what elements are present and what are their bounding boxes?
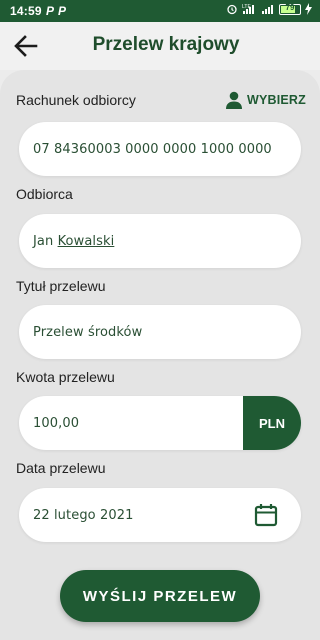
- choose-label: WYBIERZ: [246, 93, 306, 107]
- send-transfer-button[interactable]: WYŚLIJ PRZELEW: [60, 570, 260, 622]
- signal-icon: [262, 5, 273, 14]
- amount-field[interactable]: 100,00 PLN: [19, 396, 301, 450]
- date-value: 22 lutego 2021: [33, 507, 134, 523]
- status-bar: 14:59 P P LTE 79: [0, 0, 320, 22]
- currency-button[interactable]: PLN: [243, 396, 301, 450]
- date-label: Data przelewu: [16, 460, 106, 476]
- amount-label: Kwota przelewu: [16, 369, 115, 385]
- account-number-value: 07 84360003 0000 0000 1000 0000: [33, 141, 272, 157]
- transfer-title-field[interactable]: Przelew środków: [19, 305, 301, 359]
- transfer-title-value: Przelew środków: [33, 324, 143, 340]
- notification-p-icon: P: [58, 4, 67, 18]
- recipient-first-name: Jan: [33, 233, 54, 249]
- recipient-label: Odbiorca: [16, 186, 73, 202]
- alarm-icon: [227, 4, 237, 15]
- notification-p-icon: P: [46, 4, 55, 18]
- date-field[interactable]: 22 lutego 2021: [19, 488, 301, 542]
- calendar-icon[interactable]: [253, 502, 279, 528]
- lte-signal-icon: LTE: [242, 4, 254, 14]
- account-label: Rachunek odbiorcy: [16, 92, 136, 108]
- app-header: Przelew krajowy: [0, 22, 320, 70]
- title-label: Tytuł przelewu: [16, 278, 106, 294]
- choose-recipient-button[interactable]: WYBIERZ: [224, 90, 306, 110]
- account-number-field[interactable]: 07 84360003 0000 0000 1000 0000: [19, 122, 301, 176]
- recipient-field[interactable]: Jan Kowalski: [19, 214, 301, 268]
- battery-icon: 79: [279, 3, 301, 15]
- charging-icon: [305, 3, 312, 15]
- person-icon: [225, 91, 242, 109]
- amount-value: 100,00: [33, 415, 80, 431]
- status-time: 14:59: [10, 4, 42, 18]
- status-icons: LTE 79: [226, 3, 312, 15]
- recipient-last-name: Kowalski: [57, 233, 115, 249]
- page-title: Przelew krajowy: [92, 34, 240, 55]
